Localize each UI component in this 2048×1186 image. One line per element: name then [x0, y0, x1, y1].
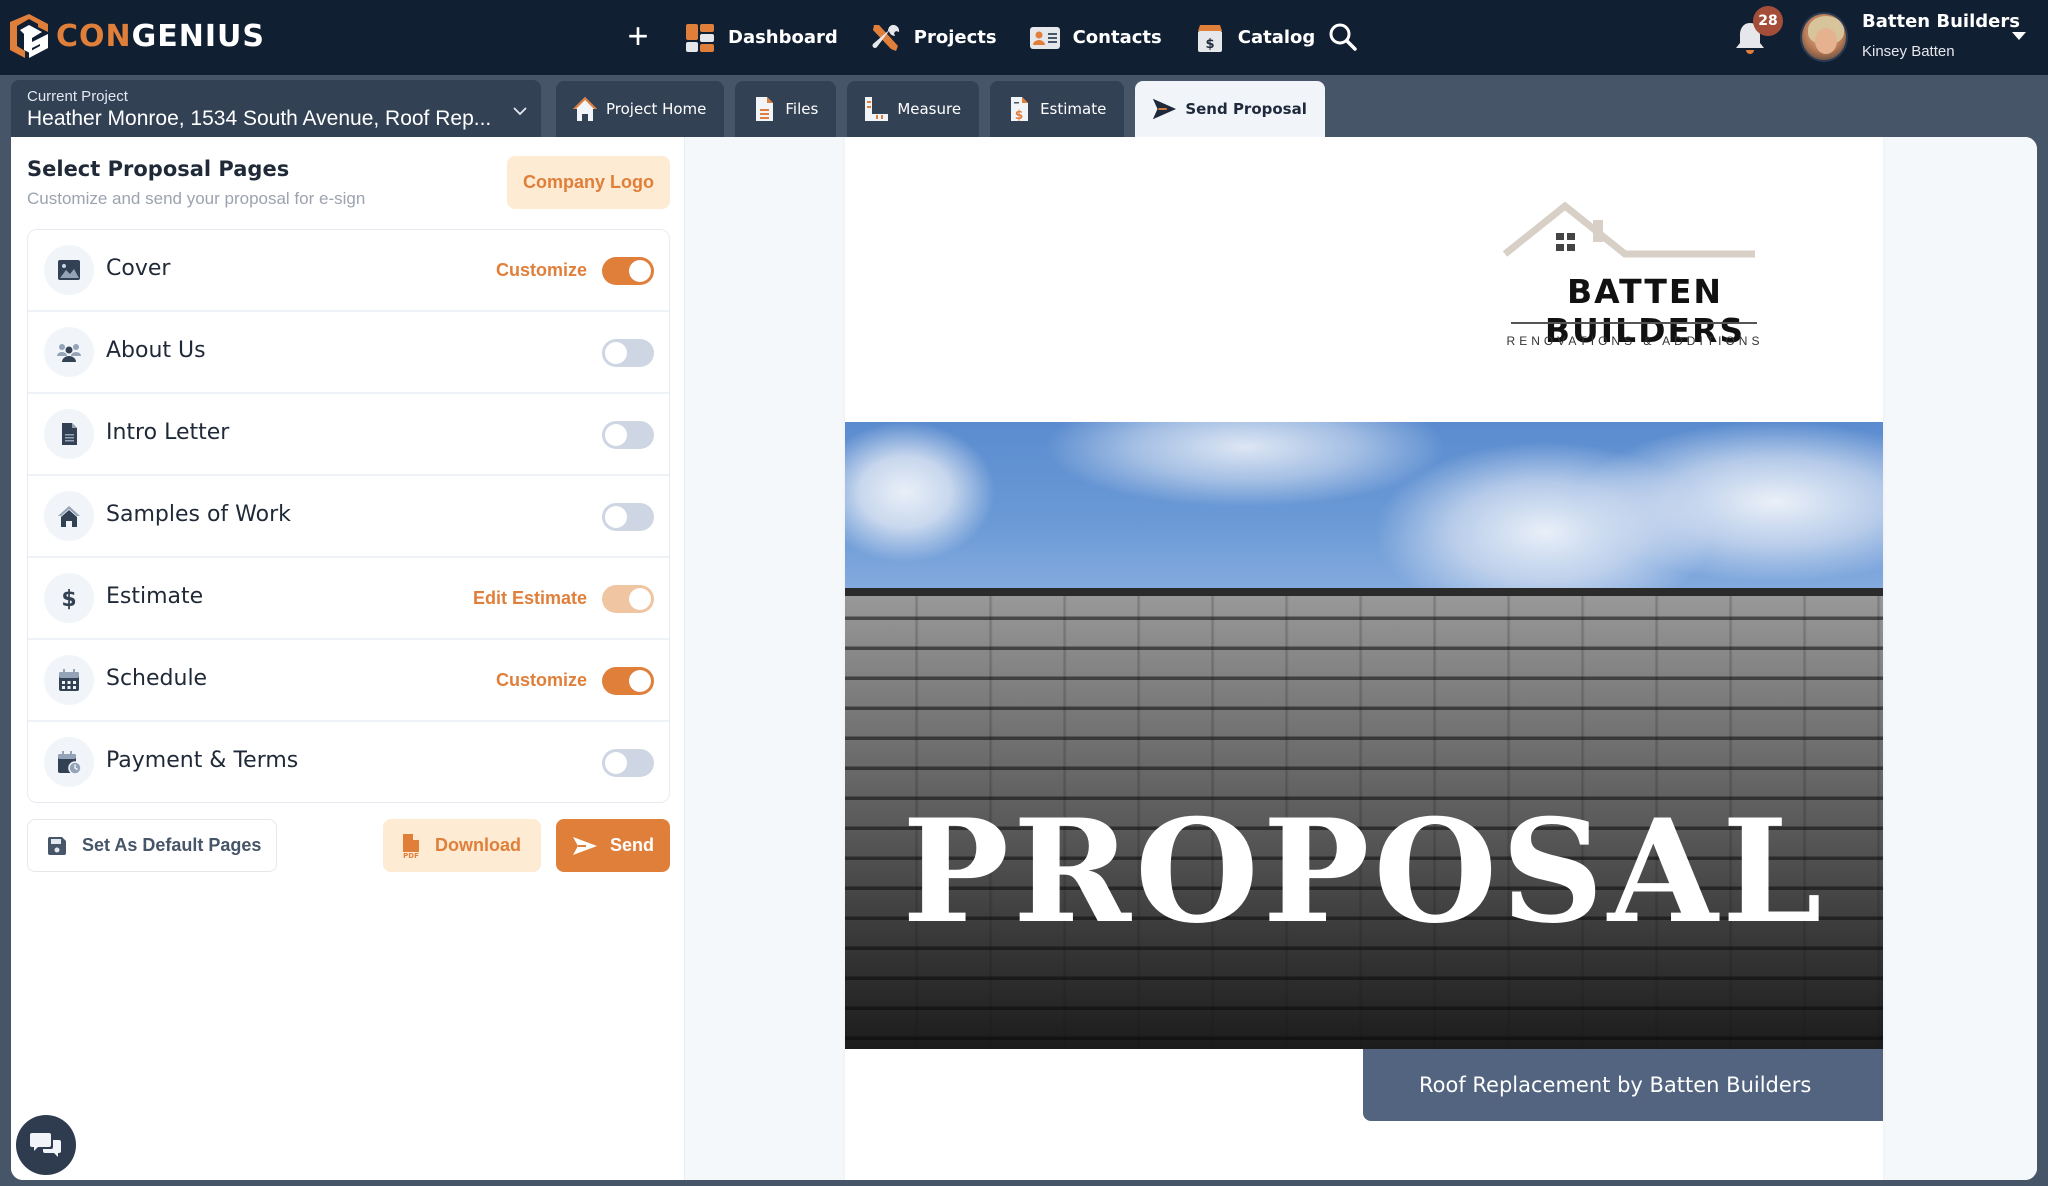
search-icon[interactable] — [1328, 22, 1358, 52]
send-arrow-icon — [573, 836, 597, 855]
page-label: Estimate — [106, 584, 204, 609]
catalog-box-icon: $ — [1197, 24, 1222, 52]
brand-divider — [1511, 322, 1757, 324]
contact-card-icon — [1029, 26, 1060, 49]
page-label: Intro Letter — [106, 420, 230, 445]
save-icon — [48, 836, 66, 855]
user-name[interactable]: Kinsey Batten — [1862, 43, 1955, 60]
calendar-icon — [59, 669, 79, 691]
customize-schedule-link[interactable]: Customize — [496, 670, 587, 691]
proposal-pages-list: Cover Customize About Us Intro Letter Sa… — [27, 229, 670, 803]
cover-subtitle-banner: Roof Replacement by Batten Builders — [1363, 1049, 1883, 1121]
send-proposal-button[interactable]: Send — [556, 819, 670, 872]
cover-title: PROPOSAL — [902, 789, 1826, 955]
current-project-label: Current Project — [27, 88, 128, 105]
chevron-down-icon — [513, 107, 527, 116]
page-label: Cover — [106, 256, 171, 281]
download-pdf-button[interactable]: PDF Download — [383, 819, 541, 872]
proposal-pages-panel: Select Proposal Pages Customize and send… — [11, 137, 684, 1180]
page-row-cover: Cover Customize — [28, 230, 669, 312]
payment-terms-toggle[interactable] — [602, 749, 654, 777]
set-default-pages-button[interactable]: Set As Default Pages — [27, 819, 277, 872]
page-row-payment-terms: Payment & Terms — [28, 722, 669, 802]
page-label: Schedule — [106, 666, 208, 691]
company-logo: BATTEN BUILDERS RENOVATIONS & ADDITIONS — [1465, 202, 1825, 352]
image-icon — [58, 260, 80, 280]
top-navigation-bar: CONGENIUS + Dashboard Projects Contacts … — [0, 0, 2048, 75]
dollar-icon: $ — [61, 587, 76, 611]
schedule-toggle[interactable] — [602, 667, 654, 695]
tab-send-proposal[interactable]: Send Proposal — [1135, 81, 1325, 137]
page-row-samples-of-work: Samples of Work — [28, 476, 669, 558]
house-roof-logo-icon — [1502, 202, 1755, 258]
estimate-toggle[interactable] — [602, 585, 654, 613]
pdf-icon: PDF — [403, 833, 419, 859]
cover-hero-image: PROPOSAL — [845, 422, 1883, 1049]
svg-text:$: $ — [61, 587, 76, 611]
chat-icon — [30, 1133, 61, 1157]
nav-contacts[interactable]: Contacts — [1029, 22, 1162, 54]
main-content: Select Proposal Pages Customize and send… — [11, 137, 2037, 1180]
ruler-icon — [865, 97, 889, 121]
tools-icon — [872, 24, 899, 51]
roof-ridge — [845, 588, 1883, 596]
nav-catalog[interactable]: $ Catalog — [1194, 22, 1315, 54]
brand-tagline: RENOVATIONS & ADDITIONS — [1506, 334, 1764, 348]
dashboard-icon — [686, 23, 714, 52]
panel-subtitle: Customize and send your proposal for e-s… — [27, 189, 366, 208]
house-icon — [58, 506, 80, 527]
calendar-clock-icon — [58, 751, 82, 775]
app-logo[interactable]: CONGENIUS — [10, 14, 265, 58]
svg-text:$: $ — [1015, 108, 1023, 122]
about-us-toggle[interactable] — [602, 339, 654, 367]
customize-cover-link[interactable]: Customize — [496, 260, 587, 281]
estimate-icon: $ — [1011, 97, 1029, 122]
sky-background — [845, 422, 1883, 594]
cover-toggle[interactable] — [602, 257, 654, 285]
user-company[interactable]: Batten Builders — [1862, 11, 2020, 32]
edit-estimate-link[interactable]: Edit Estimate — [473, 588, 587, 609]
page-row-schedule: Schedule Customize — [28, 640, 669, 722]
document-icon — [62, 423, 77, 445]
page-row-estimate: $ Estimate Edit Estimate — [28, 558, 669, 640]
app-name: CONGENIUS — [56, 18, 265, 54]
current-project-value: Heather Monroe, 1534 South Avenue, Roof … — [27, 107, 492, 130]
samples-of-work-toggle[interactable] — [602, 503, 654, 531]
page-label: Samples of Work — [106, 502, 291, 527]
tab-files[interactable]: Files — [735, 81, 837, 137]
nav-dashboard[interactable]: Dashboard — [684, 22, 838, 54]
user-avatar[interactable] — [1800, 12, 1848, 62]
file-icon — [756, 97, 774, 121]
intro-letter-toggle[interactable] — [602, 421, 654, 449]
current-project-selector[interactable]: Current Project Heather Monroe, 1534 Sou… — [11, 80, 541, 137]
page-row-about-us: About Us — [28, 312, 669, 394]
svg-text:$: $ — [1205, 37, 1214, 52]
tab-estimate[interactable]: $ Estimate — [990, 81, 1125, 137]
project-tabs: Project Home Files Measure $ Estimate Se… — [556, 81, 1336, 137]
users-icon — [57, 344, 81, 362]
chat-support-button[interactable] — [16, 1115, 76, 1175]
proposal-cover-preview: BATTEN BUILDERS RENOVATIONS & ADDITIONS … — [845, 137, 1883, 1180]
page-row-intro-letter: Intro Letter — [28, 394, 669, 476]
user-menu-caret-icon[interactable] — [2012, 32, 2026, 40]
page-label: Payment & Terms — [106, 748, 299, 773]
tab-project-home[interactable]: Project Home — [556, 81, 725, 137]
nav-projects[interactable]: Projects — [870, 22, 997, 54]
panel-title: Select Proposal Pages — [27, 157, 290, 181]
congenius-logo-icon — [10, 14, 48, 58]
send-icon — [1153, 98, 1177, 120]
svg-text:PDF: PDF — [403, 852, 419, 859]
notification-count-badge: 28 — [1753, 6, 1783, 36]
page-label: About Us — [106, 338, 206, 363]
add-new-button[interactable]: + — [624, 18, 652, 54]
tab-measure[interactable]: Measure — [847, 81, 980, 137]
home-icon — [573, 97, 597, 121]
company-logo-button[interactable]: Company Logo — [507, 156, 670, 209]
main-nav: Dashboard Projects Contacts $ Catalog — [684, 0, 1347, 75]
